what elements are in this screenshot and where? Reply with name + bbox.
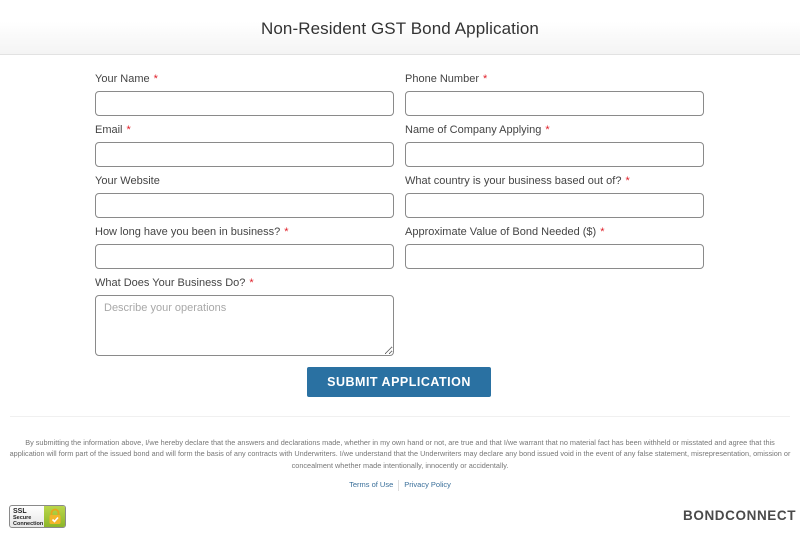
- business-duration-label: How long have you been in business? *: [95, 226, 289, 238]
- website-label: Your Website: [95, 175, 160, 187]
- your-name-field: Your Name *: [95, 72, 394, 116]
- your-name-label: Your Name *: [95, 73, 158, 85]
- country-field: What country is your business based out …: [405, 174, 704, 218]
- required-marker: *: [126, 124, 131, 136]
- required-marker: *: [483, 73, 488, 85]
- required-marker: *: [545, 124, 550, 136]
- business-description-label: What Does Your Business Do? *: [95, 277, 254, 289]
- phone-number-input[interactable]: [405, 91, 704, 116]
- page-title: Non-Resident GST Bond Application: [261, 18, 539, 38]
- ssl-badge-text: SSL Secure Connection: [13, 508, 44, 527]
- company-name-label: Name of Company Applying *: [405, 124, 550, 136]
- declaration-disclaimer: By submitting the information above, I/w…: [9, 438, 791, 470]
- submit-application-button[interactable]: SUBMIT APPLICATION: [307, 367, 491, 397]
- ssl-secure-badge: SSL Secure Connection: [9, 505, 66, 528]
- privacy-policy-link[interactable]: Privacy Policy: [399, 480, 456, 491]
- required-marker: *: [284, 226, 289, 238]
- page-header: Non-Resident GST Bond Application: [0, 0, 800, 55]
- business-description-textarea[interactable]: [95, 295, 394, 356]
- required-marker: *: [153, 73, 158, 85]
- email-input[interactable]: [95, 142, 394, 167]
- phone-number-field: Phone Number *: [405, 72, 704, 116]
- required-marker: *: [625, 175, 630, 187]
- company-name-field: Name of Company Applying *: [405, 123, 704, 167]
- website-input[interactable]: [95, 193, 394, 218]
- bond-value-field: Approximate Value of Bond Needed ($) *: [405, 225, 704, 269]
- email-field: Email *: [95, 123, 394, 167]
- business-duration-input[interactable]: [95, 244, 394, 269]
- required-marker: *: [600, 226, 605, 238]
- bond-value-input[interactable]: [405, 244, 704, 269]
- country-label: What country is your business based out …: [405, 175, 630, 187]
- bond-value-label: Approximate Value of Bond Needed ($) *: [405, 226, 605, 238]
- terms-of-use-link[interactable]: Terms of Use: [344, 480, 398, 491]
- website-field: Your Website: [95, 174, 394, 218]
- business-duration-field: How long have you been in business? *: [95, 225, 394, 269]
- country-input[interactable]: [405, 193, 704, 218]
- business-description-field: What Does Your Business Do? *: [95, 276, 394, 356]
- your-name-input[interactable]: [95, 91, 394, 116]
- footer-links: Terms of Use Privacy Policy: [0, 480, 800, 491]
- email-label: Email *: [95, 124, 131, 136]
- company-name-input[interactable]: [405, 142, 704, 167]
- section-divider: [10, 416, 790, 417]
- phone-number-label: Phone Number *: [405, 73, 488, 85]
- bondconnect-logo: BONDCONNECT: [683, 508, 797, 523]
- padlock-icon: [44, 506, 65, 527]
- required-marker: *: [249, 277, 254, 289]
